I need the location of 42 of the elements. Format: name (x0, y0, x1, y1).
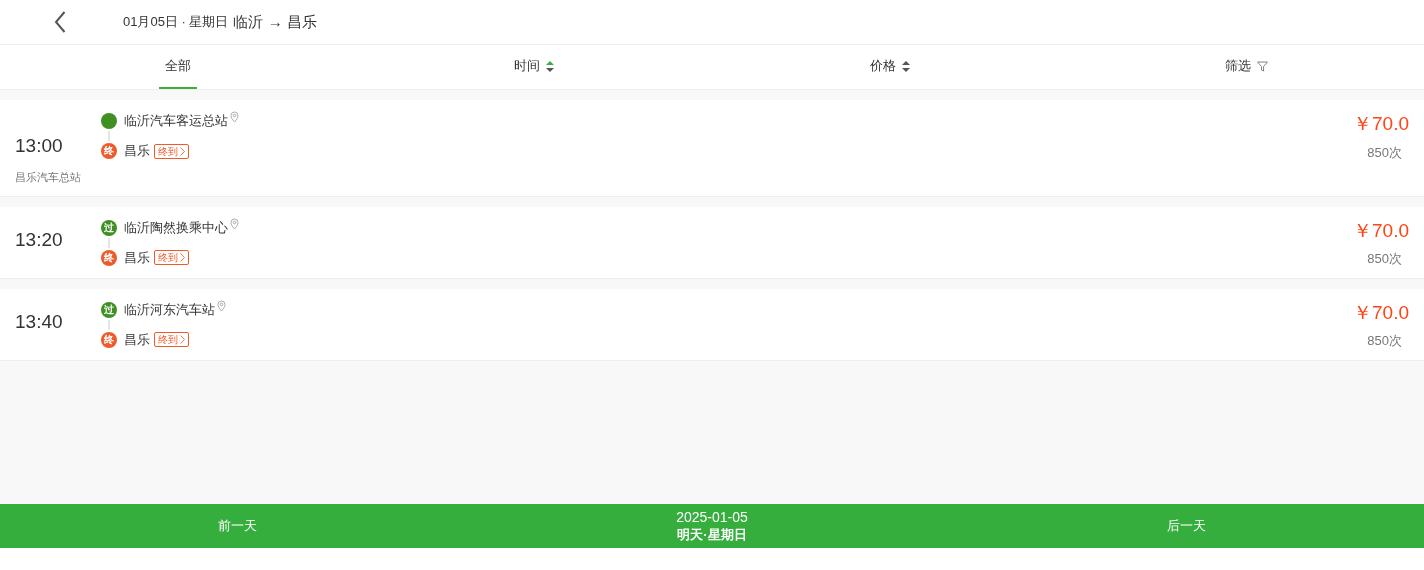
tab[interactable]: 价格 (866, 45, 914, 89)
price: ￥70.0 (1353, 218, 1409, 243)
tag-text: 终到 (158, 144, 178, 158)
trip-card[interactable]: 13:00 临沂汽车客运总站 终 昌乐 终到 昌乐汽车总站 ￥70.0 850次 (0, 100, 1424, 197)
filter-icon (1256, 60, 1268, 72)
location-pin-icon (230, 111, 239, 123)
trip-count: 850次 (1367, 143, 1402, 162)
location-pin-icon (230, 217, 239, 230)
pass-badge: 过 (101, 219, 117, 236)
tag-text: 终到 (158, 251, 178, 264)
trip-card[interactable]: 13:20 过 临沂陶然换乘中心 终 昌乐 终到 ￥70.0 850次 (0, 206, 1424, 279)
arrival-station-note: 昌乐汽车总站 (15, 170, 82, 185)
price: ￥70.0 (1353, 300, 1409, 325)
chevron-icon (180, 253, 185, 262)
trip-count: 850次 (1367, 332, 1402, 350)
back-icon (54, 11, 66, 33)
location-pin-icon (217, 299, 226, 312)
arrival-city: 昌乐 (124, 142, 150, 161)
terminal-badge: 终 (101, 249, 117, 266)
chevron-icon (180, 146, 185, 156)
current-date: 2025-01-05 (676, 509, 748, 526)
trip-card[interactable]: 13:40 过 临沂河东汽车站 终 昌乐 终到 ￥70.0 850次 (0, 288, 1424, 361)
departure-station: 临沂河东汽车站 (124, 300, 215, 319)
pass-badge: 过 (101, 301, 117, 318)
departure-station: 临沂汽车客运总站 (124, 112, 228, 131)
departure-time: 13:40 (15, 309, 64, 334)
arrival-city: 昌乐 (124, 248, 150, 267)
travel-date: 01月05日 · 星期日 (123, 13, 229, 32)
current-weekday: 明天·星期日 (677, 526, 747, 543)
tab[interactable]: 筛选 (1220, 45, 1272, 89)
departure-time: 13:20 (15, 227, 64, 252)
terminal-badge: 终 (101, 331, 117, 348)
chevron-icon (180, 335, 185, 344)
tag-text: 终到 (158, 333, 178, 346)
price: ￥70.0 (1353, 112, 1409, 136)
tab[interactable]: 时间 (510, 45, 558, 89)
trip-count: 850次 (1367, 250, 1402, 268)
arrival-city: 昌乐 (124, 330, 150, 349)
route-title: 临沂 → 昌乐 (233, 11, 317, 32)
terminal-badge: 终 (101, 143, 117, 159)
departure-time: 13:00 (15, 133, 64, 158)
departure-station: 临沂陶然换乘中心 (124, 218, 228, 237)
